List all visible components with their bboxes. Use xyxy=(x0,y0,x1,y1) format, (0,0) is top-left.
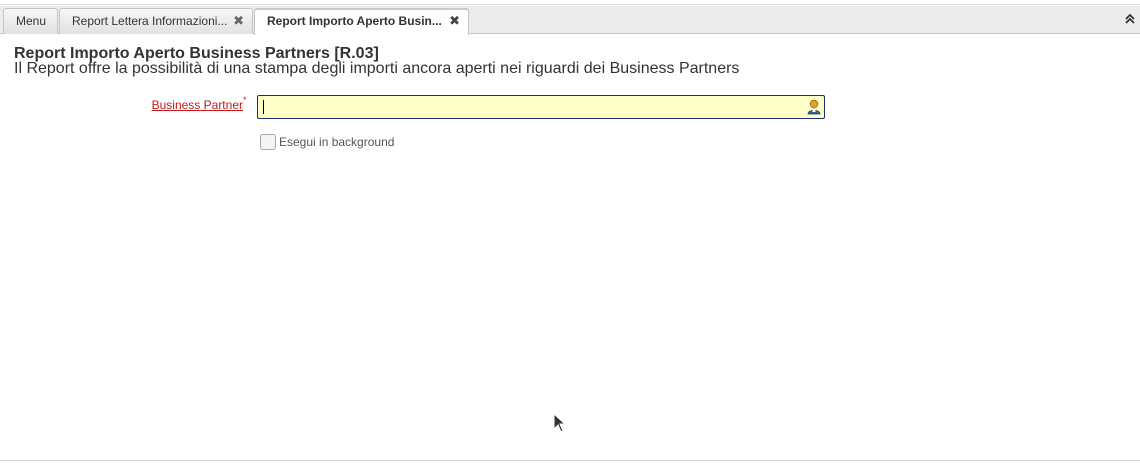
tab-menu-label: Menu xyxy=(16,14,47,28)
run-in-background-checkbox[interactable] xyxy=(260,134,276,150)
tab-report-importo-aperto-label: Report Importo Aperto Busin... xyxy=(267,14,442,28)
tab-report-importo-aperto[interactable]: Report Importo Aperto Busin... ✖ xyxy=(254,8,469,35)
mandatory-mark: * xyxy=(243,95,247,105)
process-content: Report Importo Aperto Business Partners … xyxy=(0,34,1140,460)
page-description: Il Report offre la possibilità di una st… xyxy=(14,60,740,77)
close-icon[interactable]: ✖ xyxy=(233,9,244,33)
close-icon[interactable]: ✖ xyxy=(449,10,460,32)
person-icon[interactable] xyxy=(807,99,821,115)
tab-bar: Menu Report Lettera Informazioni... ✖ Re… xyxy=(0,6,1140,35)
text-caret xyxy=(263,100,264,114)
process-window: Menu Report Lettera Informazioni... ✖ Re… xyxy=(0,0,1140,463)
chevron-up-icon[interactable] xyxy=(1124,13,1136,27)
business-partner-label[interactable]: Business Partner xyxy=(0,98,243,112)
business-partner-field xyxy=(257,95,825,119)
tab-menu[interactable]: Menu xyxy=(3,8,58,34)
run-in-background-label[interactable]: Esegui in background xyxy=(279,135,394,149)
tab-report-lettera[interactable]: Report Lettera Informazioni... ✖ xyxy=(59,8,253,34)
business-partner-input[interactable] xyxy=(258,96,798,118)
top-border xyxy=(0,0,1140,5)
bottom-divider xyxy=(0,460,1140,461)
mouse-pointer-icon xyxy=(553,412,567,433)
tab-report-lettera-label: Report Lettera Informazioni... xyxy=(72,14,228,28)
